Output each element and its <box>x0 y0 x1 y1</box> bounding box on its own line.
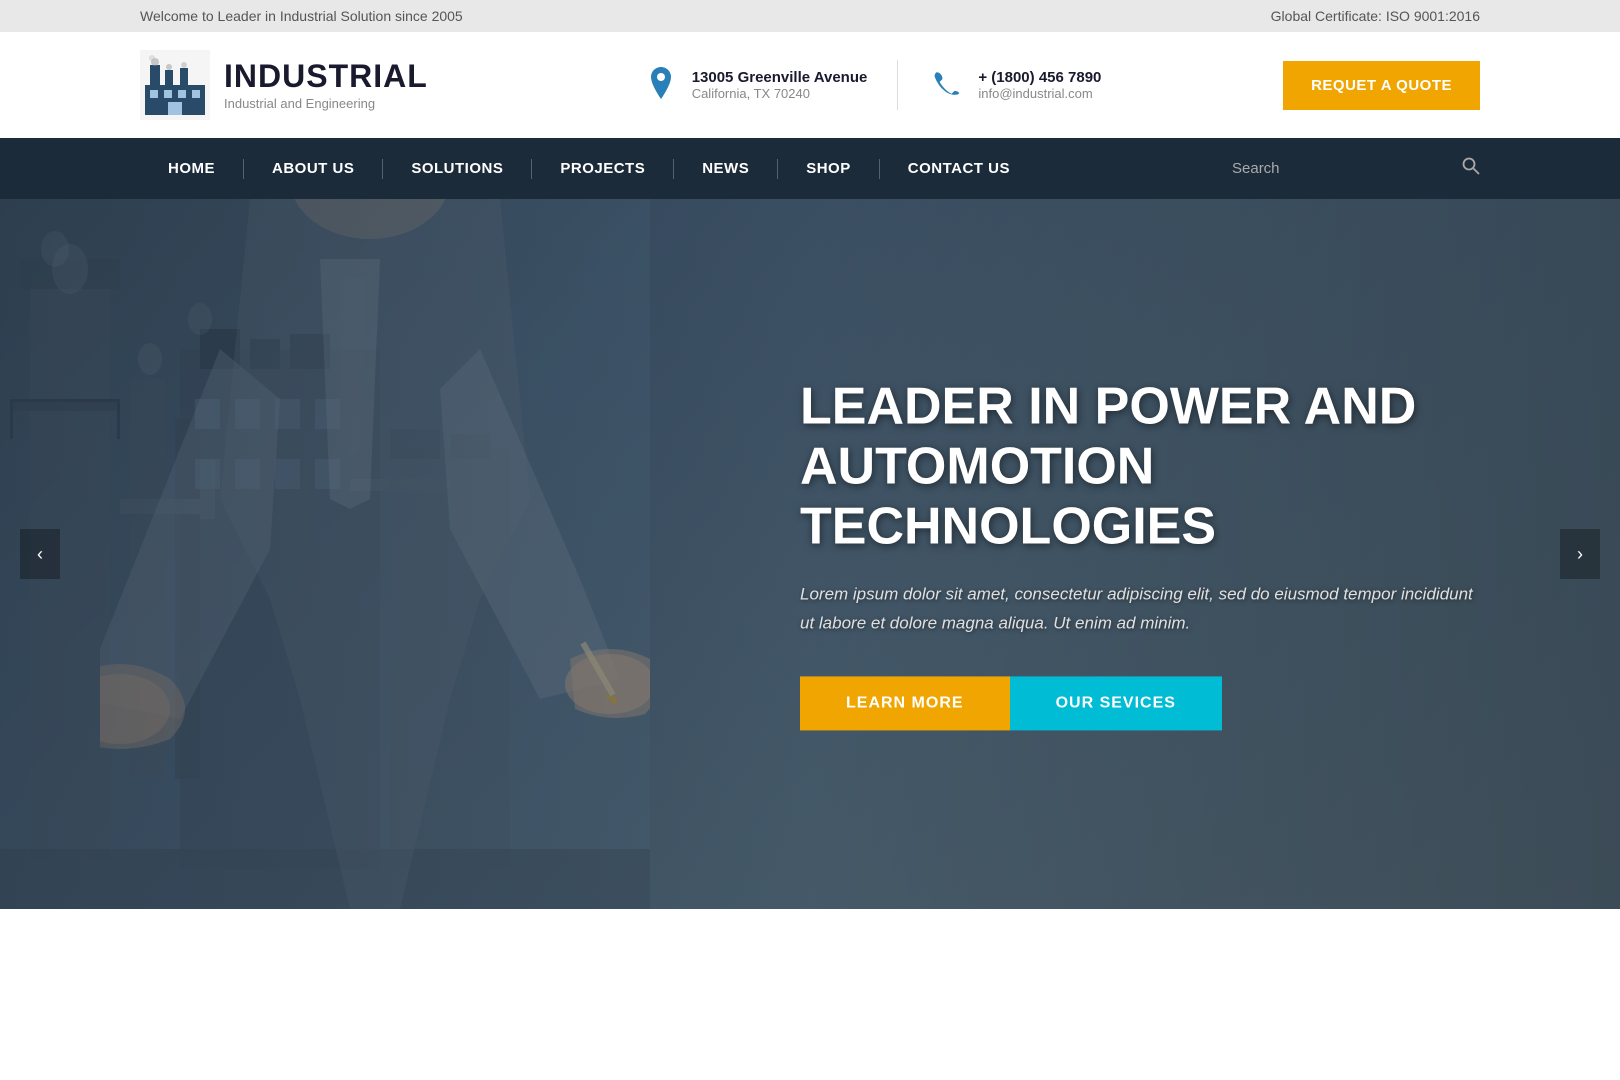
header-contact: 13005 Greenville Avenue California, TX 7… <box>500 60 1243 110</box>
nav-link-projects[interactable]: PROJECTS <box>532 138 673 199</box>
slider-prev-button[interactable]: ‹ <box>20 529 60 579</box>
logo-subtitle: Industrial and Engineering <box>224 96 428 111</box>
nav-link-solutions[interactable]: SOLUTIONS <box>383 138 531 199</box>
top-bar-left: Welcome to Leader in Industrial Solution… <box>140 8 463 24</box>
nav-item-shop[interactable]: SHOP <box>778 138 879 199</box>
learn-more-button[interactable]: LEARN MORE <box>800 677 1010 731</box>
search-button[interactable] <box>1462 157 1480 180</box>
nav-item-solutions[interactable]: SOLUTIONS <box>383 138 531 199</box>
header: INDUSTRIAL Industrial and Engineering 13… <box>0 32 1620 138</box>
top-bar-right: Global Certificate: ISO 9001:2016 <box>1271 8 1480 24</box>
slider-next-button[interactable]: › <box>1560 529 1600 579</box>
navbar: HOME ABOUT US SOLUTIONS PROJECTS NEWS SH… <box>0 138 1620 199</box>
phone-icon <box>928 66 966 104</box>
address-line2: California, TX 70240 <box>692 86 868 101</box>
nav-item-projects[interactable]: PROJECTS <box>532 138 673 199</box>
nav-item-about[interactable]: ABOUT US <box>244 138 382 199</box>
nav-item-home[interactable]: HOME <box>140 138 243 199</box>
nav-link-home[interactable]: HOME <box>140 138 243 199</box>
nav-item-news[interactable]: NEWS <box>674 138 777 199</box>
search-input[interactable] <box>1232 160 1452 177</box>
nav-link-contact[interactable]: CONTACT US <box>880 138 1038 199</box>
phone-line1: + (1800) 456 7890 <box>978 69 1101 86</box>
phone-text: + (1800) 456 7890 info@industrial.com <box>978 69 1101 101</box>
phone-item: + (1800) 456 7890 info@industrial.com <box>928 66 1101 104</box>
address-item: 13005 Greenville Avenue California, TX 7… <box>642 66 868 104</box>
phone-line2: info@industrial.com <box>978 86 1101 101</box>
location-icon <box>642 66 680 104</box>
top-bar: Welcome to Leader in Industrial Solution… <box>0 0 1620 32</box>
logo-icon <box>140 50 210 120</box>
contact-divider <box>897 60 898 110</box>
address-text: 13005 Greenville Avenue California, TX 7… <box>692 69 868 101</box>
nav-link-shop[interactable]: SHOP <box>778 138 879 199</box>
hero-section: ‹ LEADER IN POWER AND AUTOMOTION TECHNOL… <box>0 199 1620 909</box>
hero-description: Lorem ipsum dolor sit amet, consectetur … <box>800 581 1480 639</box>
hero-content: LEADER IN POWER AND AUTOMOTION TECHNOLOG… <box>800 377 1480 730</box>
hero-title: LEADER IN POWER AND AUTOMOTION TECHNOLOG… <box>800 377 1480 556</box>
nav-list: HOME ABOUT US SOLUTIONS PROJECTS NEWS SH… <box>140 138 1232 199</box>
logo-area: INDUSTRIAL Industrial and Engineering <box>140 50 460 120</box>
nav-link-about[interactable]: ABOUT US <box>244 138 382 199</box>
quote-button[interactable]: REQUET A QUOTE <box>1283 61 1480 110</box>
search-area <box>1232 157 1480 180</box>
hero-buttons: LEARN MORE OUR SEVICES <box>800 677 1480 731</box>
logo-text: INDUSTRIAL Industrial and Engineering <box>224 60 428 111</box>
nav-item-contact[interactable]: CONTACT US <box>880 138 1038 199</box>
nav-link-news[interactable]: NEWS <box>674 138 777 199</box>
logo-title: INDUSTRIAL <box>224 60 428 92</box>
our-services-button[interactable]: OUR SEVICES <box>1010 677 1222 731</box>
address-line1: 13005 Greenville Avenue <box>692 69 868 86</box>
search-icon <box>1462 157 1480 175</box>
